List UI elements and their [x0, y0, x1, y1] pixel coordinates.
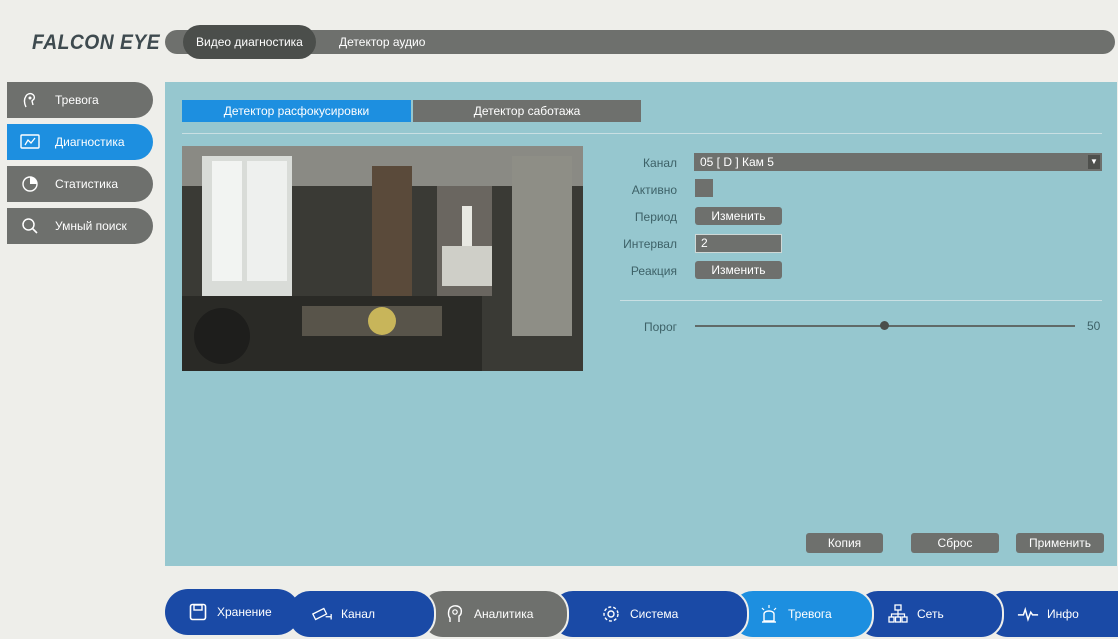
settings-panel: Детектор расфокусировки Детектор саботаж…	[165, 82, 1117, 566]
nav-storage[interactable]: Хранение	[165, 589, 300, 635]
camera-preview	[182, 146, 583, 371]
bottom-navigation: Хранение Канал Аналитика Система Тревога…	[165, 589, 1118, 639]
sidebar-item-diagnostics[interactable]: Диагностика	[7, 124, 153, 160]
nav-alarm[interactable]: Тревога	[730, 589, 874, 639]
sidebar-item-label: Умный поиск	[55, 219, 127, 233]
tab-sabotage-detector[interactable]: Детектор саботажа	[413, 100, 641, 122]
save-icon	[187, 601, 209, 623]
nav-label: Хранение	[217, 605, 272, 619]
alarm-icon	[758, 603, 780, 625]
search-icon	[19, 215, 41, 237]
reset-button[interactable]: Сброс	[911, 533, 999, 553]
camera-icon	[311, 603, 333, 625]
analytics-head-icon	[444, 603, 466, 625]
interval-input[interactable]: 2	[695, 234, 782, 253]
sidebar-item-statistics[interactable]: Статистика	[7, 166, 153, 202]
threshold-value: 50	[1087, 319, 1101, 333]
tab-video-diagnostics[interactable]: Видео диагностика	[183, 25, 316, 59]
nav-label: Инфо	[1047, 607, 1079, 621]
divider	[620, 300, 1102, 301]
copy-button[interactable]: Копия	[806, 533, 883, 553]
period-label: Период	[634, 210, 677, 224]
nav-channel[interactable]: Канал	[287, 589, 436, 639]
channel-select[interactable]: 05 [ D ] Кам 5 ▼	[694, 153, 1102, 171]
sidebar-item-label: Диагностика	[55, 135, 125, 149]
chevron-down-icon: ▼	[1088, 155, 1100, 169]
alarm-hand-icon	[19, 89, 41, 111]
nav-analytics[interactable]: Аналитика	[420, 589, 569, 639]
channel-label: Канал	[643, 156, 677, 170]
nav-label: Канал	[341, 607, 375, 621]
nav-system[interactable]: Система	[550, 589, 749, 639]
reaction-label: Реакция	[630, 264, 677, 278]
pie-chart-icon	[19, 173, 41, 195]
falcon-eye-logo: FALCON EYE	[32, 31, 161, 54]
tab-defocus-detector[interactable]: Детектор расфокусировки	[182, 100, 411, 122]
channel-value: 05 [ D ] Кам 5	[700, 155, 774, 169]
active-label: Активно	[631, 183, 677, 197]
diagnostics-icon	[19, 131, 41, 153]
threshold-slider-handle[interactable]	[880, 321, 889, 330]
nav-network[interactable]: Сеть	[855, 589, 1004, 639]
network-icon	[887, 603, 909, 625]
interval-label: Интервал	[623, 237, 677, 251]
gear-icon	[600, 603, 622, 625]
tab-audio-detector[interactable]: Детектор аудио	[339, 30, 425, 54]
apply-button[interactable]: Применить	[1016, 533, 1104, 553]
nav-info[interactable]: Инфо	[985, 589, 1118, 639]
sidebar-item-alarm[interactable]: Тревога	[7, 82, 153, 118]
threshold-label: Порог	[643, 320, 677, 334]
nav-label: Аналитика	[474, 607, 534, 621]
nav-label: Тревога	[788, 607, 832, 621]
pulse-icon	[1017, 603, 1039, 625]
sidebar-item-smart-search[interactable]: Умный поиск	[7, 208, 153, 244]
sidebar-item-label: Тревога	[55, 93, 99, 107]
nav-label: Сеть	[917, 607, 944, 621]
active-checkbox[interactable]	[695, 179, 713, 197]
reaction-edit-button[interactable]: Изменить	[695, 261, 782, 279]
nav-label: Система	[630, 607, 679, 621]
top-tab-bar: Видео диагностика Детектор аудио	[165, 25, 1115, 59]
sidebar-item-label: Статистика	[55, 177, 119, 191]
divider	[182, 133, 1102, 134]
period-edit-button[interactable]: Изменить	[695, 207, 782, 225]
